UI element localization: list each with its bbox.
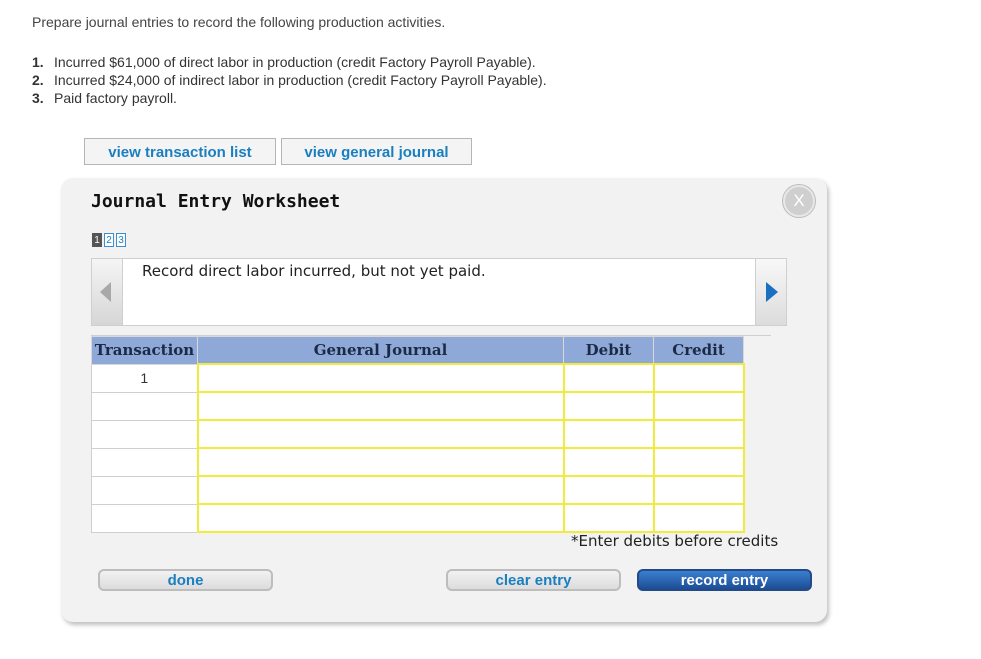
done-button[interactable]: done (98, 569, 273, 591)
column-header-transaction: Transaction (91, 336, 198, 365)
page-tab-2[interactable]: 2 (104, 233, 114, 247)
column-header-credit: Credit (653, 336, 744, 365)
table-row (91, 503, 745, 533)
step-item: 2. Incurred $24,000 of indirect labor in … (32, 71, 547, 89)
step-item: 1. Incurred $61,000 of direct labor in pr… (32, 53, 547, 71)
table-row (91, 475, 745, 505)
transaction-cell (91, 419, 198, 449)
next-arrow-icon[interactable] (755, 259, 786, 325)
credit-input[interactable] (652, 419, 745, 449)
worksheet-title: Journal Entry Worksheet (91, 191, 341, 212)
account-input[interactable] (196, 475, 565, 505)
table-row (91, 391, 745, 421)
transaction-cell: 1 (91, 363, 198, 393)
account-input[interactable] (196, 503, 565, 533)
credit-input[interactable] (652, 475, 745, 505)
page-tab-3[interactable]: 3 (116, 233, 126, 247)
table-row: 1 (91, 363, 745, 393)
debit-input[interactable] (562, 363, 655, 393)
debit-input[interactable] (562, 391, 655, 421)
credit-input[interactable] (652, 503, 745, 533)
close-icon[interactable]: X (783, 185, 815, 217)
record-entry-button[interactable]: record entry (637, 569, 812, 591)
credit-input[interactable] (652, 391, 745, 421)
account-input[interactable] (196, 391, 565, 421)
debit-input[interactable] (562, 419, 655, 449)
step-number: 1. (32, 54, 44, 70)
step-text: Paid factory payroll. (54, 90, 177, 106)
column-header-debit: Debit (563, 336, 654, 365)
debits-before-credits-note: *Enter debits before credits (571, 532, 779, 550)
step-number: 2. (32, 72, 44, 88)
previous-arrow-icon[interactable] (92, 259, 123, 325)
debit-input[interactable] (562, 475, 655, 505)
transaction-cell (91, 447, 198, 477)
debit-input[interactable] (562, 503, 655, 533)
debit-input[interactable] (562, 447, 655, 477)
transaction-cell (91, 503, 198, 533)
credit-input[interactable] (652, 447, 745, 477)
entry-description: Record direct labor incurred, but not ye… (142, 262, 486, 280)
step-item: 3. Paid factory payroll. (32, 89, 547, 107)
account-input[interactable] (196, 419, 565, 449)
table-row (91, 447, 745, 477)
journal-table: Transaction General Journal Debit Credit… (91, 336, 745, 533)
table-row (91, 419, 745, 449)
transaction-cell (91, 475, 198, 505)
page-tab-1[interactable]: 1 (92, 233, 102, 247)
step-text: Incurred $61,000 of direct labor in prod… (54, 54, 536, 70)
account-input[interactable] (196, 363, 565, 393)
account-input[interactable] (196, 447, 565, 477)
credit-input[interactable] (652, 363, 745, 393)
instructions-steps: 1. Incurred $61,000 of direct labor in pr… (32, 53, 547, 107)
column-header-general-journal: General Journal (197, 336, 564, 365)
view-general-journal-button[interactable]: view general journal (281, 138, 472, 165)
entry-description-box: Record direct labor incurred, but not ye… (91, 258, 787, 326)
step-text: Incurred $24,000 of indirect labor in pr… (54, 72, 547, 88)
step-number: 3. (32, 90, 44, 106)
journal-entry-worksheet: Journal Entry Worksheet X 1 2 3 Record d… (61, 178, 827, 622)
instructions-intro: Prepare journal entries to record the fo… (32, 14, 446, 30)
view-transaction-list-button[interactable]: view transaction list (84, 138, 276, 165)
page-selector: 1 2 3 (92, 233, 126, 247)
table-header-row: Transaction General Journal Debit Credit (91, 336, 744, 365)
clear-entry-button[interactable]: clear entry (446, 569, 621, 591)
transaction-cell (91, 391, 198, 421)
